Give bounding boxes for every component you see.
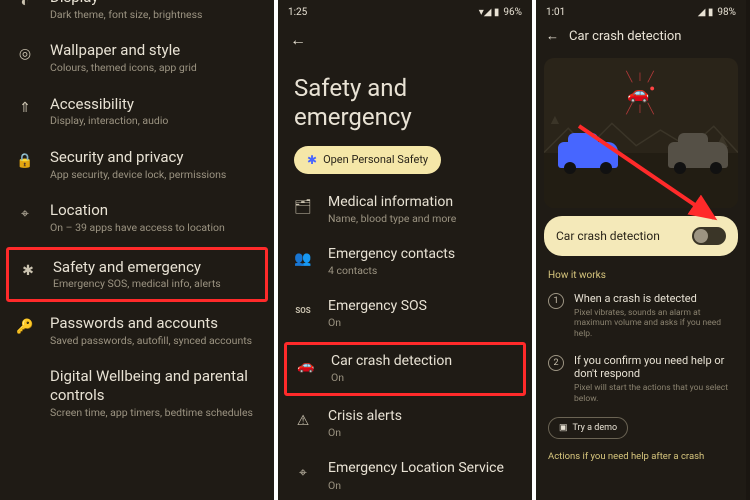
settings-item-location[interactable]: ⌖LocationOn – 39 apps have access to loc… xyxy=(0,191,274,244)
settings-item-passwords-and-accounts[interactable]: 🔑Passwords and accountsSaved passwords, … xyxy=(0,304,274,357)
status-right: ▾◢ ▮96% xyxy=(479,7,522,18)
item-icon: 🚗 xyxy=(295,355,317,377)
settings-icon: ✱ xyxy=(17,260,39,282)
settings-item-safety-and-emergency[interactable]: ✱Safety and emergencyEmergency SOS, medi… xyxy=(6,247,268,302)
status-bar: 1:01 ◢ ▮98% xyxy=(536,0,746,24)
play-icon: ▣ xyxy=(559,423,568,433)
settings-icon: ◎ xyxy=(14,43,36,65)
how-it-works-step: 2If you confirm you need help or don't r… xyxy=(536,347,746,412)
settings-icon: 🔑 xyxy=(14,316,36,338)
car-crash-detection-pane: 1:01 ◢ ▮98% ← Car crash detection ╲ | ╱🚗… xyxy=(536,0,746,500)
how-it-works-step: 1When a crash is detectedPixel vibrates,… xyxy=(536,285,746,347)
hero-illustration: ╲ | ╱🚗●╱ | ╲ ▲▲ xyxy=(544,58,738,208)
asterisk-icon: ✱ xyxy=(307,153,317,167)
footer-label: Actions if you need help after a crash xyxy=(536,445,746,462)
settings-icon xyxy=(14,369,36,391)
settings-icon: 🔒 xyxy=(14,150,36,172)
car-grey-icon xyxy=(668,142,728,168)
safety-item-emergency-sos[interactable]: SOSEmergency SOSOn xyxy=(278,288,532,340)
settings-icon: ◐ xyxy=(14,0,36,12)
settings-item-security-and-privacy[interactable]: 🔒Security and privacyApp security, devic… xyxy=(0,138,274,191)
item-icon: ⌖ xyxy=(292,462,314,484)
settings-list-pane: ◐DisplayDark theme, font size, brightnes… xyxy=(0,0,278,500)
page-title: Safety and emergency xyxy=(278,56,532,146)
settings-item-digital-wellbeing-and-parental-controls[interactable]: Digital Wellbeing and parental controlsS… xyxy=(0,357,274,429)
safety-emergency-pane: 1:25 ▾◢ ▮96% ← Safety and emergency ✱ Op… xyxy=(278,0,536,500)
item-icon: SOS xyxy=(292,300,314,322)
open-personal-safety-chip[interactable]: ✱ Open Personal Safety xyxy=(294,146,441,174)
status-time: 1:25 xyxy=(288,7,307,18)
item-icon: 🗂 xyxy=(292,196,314,218)
back-button[interactable]: ← xyxy=(546,28,559,44)
car-blue-icon xyxy=(558,142,618,168)
toggle-switch[interactable] xyxy=(692,227,726,245)
item-icon: 👥 xyxy=(292,248,314,270)
status-right: ◢ ▮98% xyxy=(698,7,736,18)
settings-item-wallpaper-and-style[interactable]: ◎Wallpaper and styleColours, themed icon… xyxy=(0,31,274,84)
back-button[interactable]: ← xyxy=(278,24,532,56)
page-title: Car crash detection xyxy=(569,29,681,44)
status-bar: 1:25 ▾◢ ▮96% xyxy=(278,0,532,24)
settings-icon: ⌖ xyxy=(14,203,36,225)
try-demo-button[interactable]: ▣ Try a demo xyxy=(548,417,628,439)
settings-icon: ⇑ xyxy=(14,97,36,119)
item-icon: ⚠ xyxy=(292,410,314,432)
car-crash-toggle-card[interactable]: Car crash detection xyxy=(544,216,738,256)
section-label: How it works xyxy=(536,266,746,285)
safety-item-emergency-contacts[interactable]: 👥Emergency contacts4 contacts xyxy=(278,236,532,288)
status-time: 1:01 xyxy=(546,7,565,18)
safety-item-emergency-location-service[interactable]: ⌖Emergency Location ServiceOn xyxy=(278,450,532,500)
safety-item-crisis-alerts[interactable]: ⚠Crisis alertsOn xyxy=(278,398,532,450)
settings-item-accessibility[interactable]: ⇑AccessibilityDisplay, interaction, audi… xyxy=(0,85,274,138)
safety-item-medical-information[interactable]: 🗂Medical informationName, blood type and… xyxy=(278,184,532,236)
safety-item-car-crash-detection[interactable]: 🚗Car crash detectionOn xyxy=(284,342,526,396)
settings-item-display[interactable]: ◐DisplayDark theme, font size, brightnes… xyxy=(0,0,274,31)
